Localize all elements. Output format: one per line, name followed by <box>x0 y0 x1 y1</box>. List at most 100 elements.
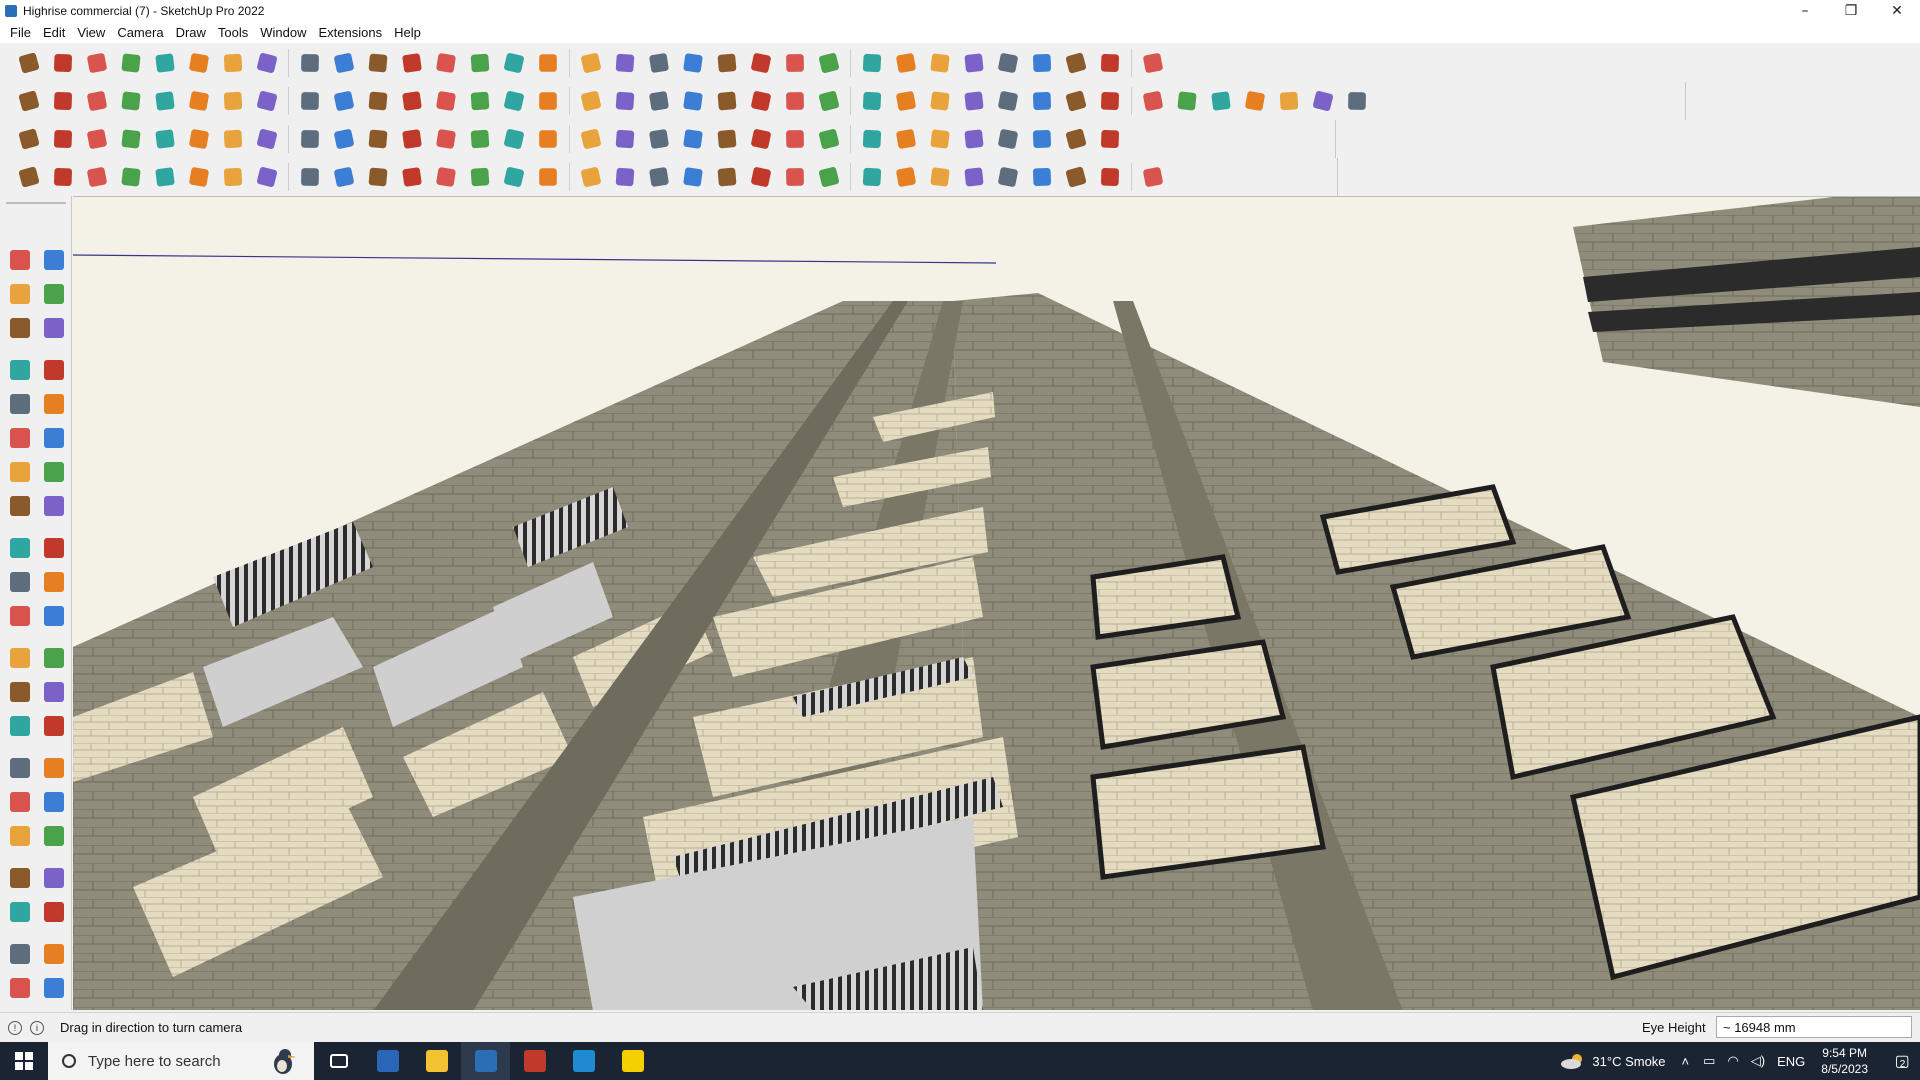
offset-button[interactable] <box>429 84 463 118</box>
trim-button[interactable] <box>250 84 284 118</box>
cut-button[interactable] <box>463 160 497 194</box>
mirror-button[interactable] <box>991 122 1025 156</box>
bracket-button[interactable] <box>1136 160 1170 194</box>
arc-button[interactable] <box>923 84 957 118</box>
profile-button[interactable] <box>778 46 812 80</box>
stair-button[interactable] <box>676 84 710 118</box>
export-button[interactable] <box>778 122 812 156</box>
camera-button[interactable] <box>608 122 642 156</box>
gear-button[interactable] <box>148 160 182 194</box>
select-button[interactable] <box>46 46 80 80</box>
close-button[interactable]: ✕ <box>1874 0 1920 22</box>
orbit2-tool-button[interactable] <box>6 754 34 782</box>
rectangle-tool-button[interactable] <box>6 390 34 418</box>
outer-button[interactable] <box>327 84 361 118</box>
render-button[interactable] <box>642 122 676 156</box>
section-plane-button[interactable] <box>40 898 68 926</box>
undo-button[interactable] <box>1059 46 1093 80</box>
menu-extensions[interactable]: Extensions <box>313 25 389 40</box>
restore-button[interactable]: ❐ <box>1828 0 1874 22</box>
stack-button[interactable] <box>80 122 114 156</box>
canopy-button[interactable] <box>957 160 991 194</box>
soften-button[interactable] <box>327 160 361 194</box>
menu-window[interactable]: Window <box>254 25 312 40</box>
zoomwindow-tool-button[interactable] <box>40 788 68 816</box>
roof-button[interactable] <box>531 84 565 118</box>
mesh-button[interactable] <box>1340 84 1374 118</box>
circle-tool-button[interactable] <box>6 424 34 452</box>
extend-button[interactable] <box>574 160 608 194</box>
material-button[interactable] <box>676 122 710 156</box>
crease-button[interactable] <box>395 160 429 194</box>
toolbar-grip[interactable] <box>6 202 66 204</box>
trim2-button[interactable] <box>531 160 565 194</box>
lasso-button[interactable] <box>148 46 182 80</box>
copy-button[interactable] <box>957 122 991 156</box>
pie-tool-button[interactable] <box>40 458 68 486</box>
light-button[interactable] <box>574 122 608 156</box>
truss-button[interactable] <box>812 160 846 194</box>
calculator-taskbar-button[interactable] <box>363 1042 412 1080</box>
stairs2-button[interactable] <box>642 160 676 194</box>
task-view-taskbar-button[interactable] <box>314 1042 363 1080</box>
section-toggle-button[interactable] <box>40 974 68 1002</box>
group-button[interactable] <box>1093 122 1127 156</box>
cone-button[interactable] <box>1272 84 1306 118</box>
protractor-tool-button[interactable] <box>6 678 34 706</box>
line-tool-button[interactable] <box>6 356 34 384</box>
component-tool-button[interactable] <box>6 314 34 342</box>
cube-button[interactable] <box>1170 84 1204 118</box>
frame-button[interactable] <box>855 160 889 194</box>
pushpull-tool-button[interactable] <box>40 534 68 562</box>
axes-tool-button[interactable] <box>6 712 34 740</box>
sketchup-taskbar-button[interactable] <box>461 1042 510 1080</box>
polygon-button[interactable] <box>855 84 889 118</box>
zoom-tool-button[interactable] <box>6 788 34 816</box>
vertex-button[interactable] <box>293 160 327 194</box>
zoomextents-tool-button[interactable] <box>6 822 34 850</box>
orbit-button[interactable] <box>497 46 531 80</box>
union-button[interactable] <box>148 84 182 118</box>
menu-edit[interactable]: Edit <box>37 25 71 40</box>
polygon-tool-button[interactable] <box>40 424 68 452</box>
position-camera-button[interactable] <box>6 864 34 892</box>
rotated-rect-tool-button[interactable] <box>40 390 68 418</box>
parapet-button[interactable] <box>991 160 1025 194</box>
scatter-button[interactable] <box>889 122 923 156</box>
text-button[interactable] <box>429 46 463 80</box>
pencil-button[interactable] <box>114 46 148 80</box>
section-display-button[interactable] <box>6 940 34 968</box>
louver-button[interactable] <box>778 160 812 194</box>
bezier-button[interactable] <box>991 84 1025 118</box>
shade-button[interactable] <box>923 160 957 194</box>
rotate-tool-button[interactable] <box>6 568 34 596</box>
draw-button[interactable] <box>12 160 46 194</box>
box-button[interactable] <box>12 84 46 118</box>
scale-button[interactable] <box>361 46 395 80</box>
acrobat-taskbar-button[interactable] <box>510 1042 559 1080</box>
rectangle-button[interactable] <box>182 46 216 80</box>
text-tool-button[interactable] <box>40 678 68 706</box>
paint-button[interactable] <box>463 46 497 80</box>
beam-button[interactable] <box>361 122 395 156</box>
snap-button[interactable] <box>1059 122 1093 156</box>
notifications-button[interactable]: ▢ 2 <box>1880 1042 1920 1080</box>
import-button[interactable] <box>812 122 846 156</box>
cloud-button[interactable] <box>182 160 216 194</box>
start-button[interactable] <box>0 1042 48 1080</box>
sandbox-button[interactable] <box>889 46 923 80</box>
extrude-button[interactable] <box>114 122 148 156</box>
grid-button[interactable] <box>293 122 327 156</box>
eraser-button[interactable] <box>80 46 114 80</box>
column-button[interactable] <box>395 122 429 156</box>
cornice-button[interactable] <box>1025 160 1059 194</box>
subtract-button[interactable] <box>182 84 216 118</box>
spline-button[interactable] <box>957 84 991 118</box>
redo-button[interactable] <box>1093 46 1127 80</box>
rotate-button[interactable] <box>327 46 361 80</box>
tile-button[interactable] <box>148 122 182 156</box>
walk-tool-button[interactable] <box>6 898 34 926</box>
sheet-button[interactable] <box>250 160 284 194</box>
arc2-tool-button[interactable] <box>6 492 34 520</box>
search-button[interactable] <box>12 46 46 80</box>
